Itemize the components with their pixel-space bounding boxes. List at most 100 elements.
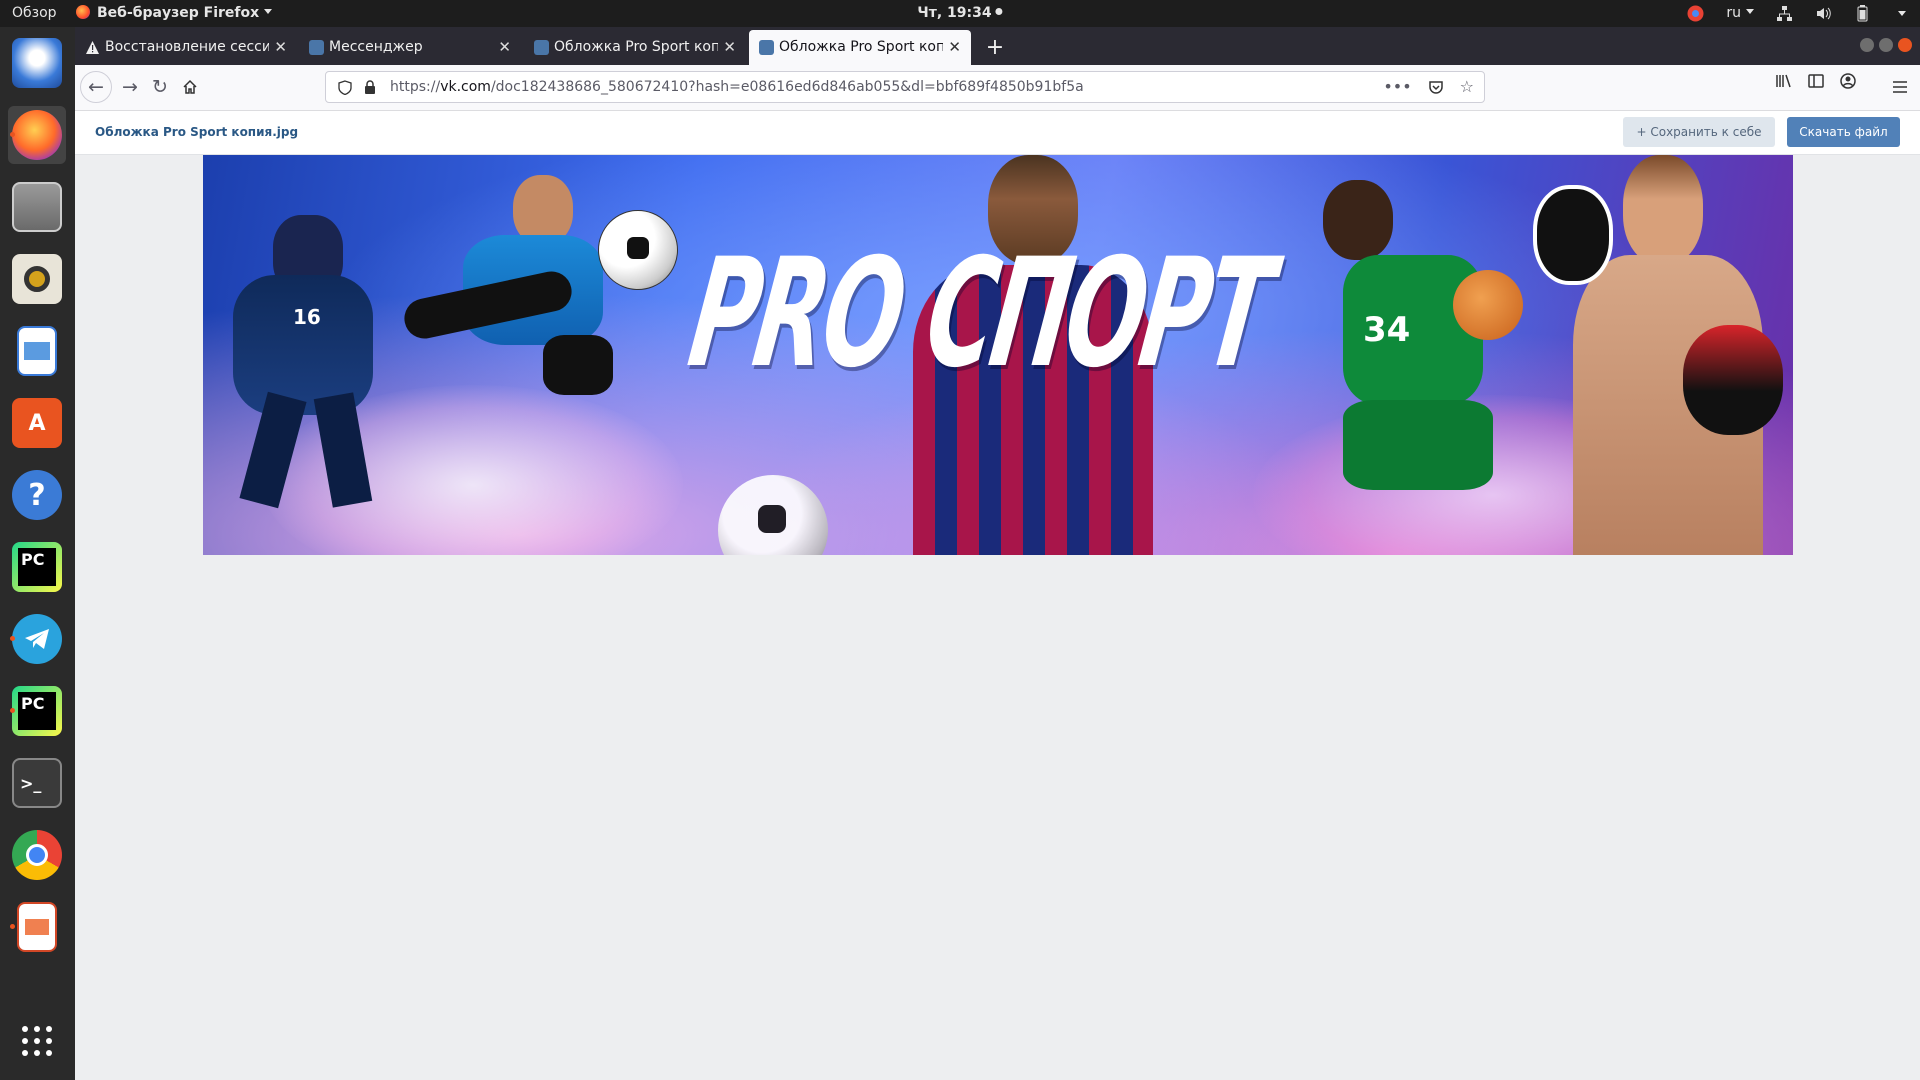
firefox-window: Восстановление сессии ✕ Мессенджер ✕ Обл… (75, 27, 1920, 1080)
system-tray: ru (1687, 0, 1906, 27)
dock-chrome[interactable] (8, 826, 66, 884)
show-applications-button[interactable] (8, 1012, 66, 1070)
app-menu[interactable]: Веб-браузер Firefox (76, 0, 273, 27)
home-icon (183, 79, 197, 94)
show-apps-icon (22, 1026, 52, 1056)
dock-help[interactable]: ? (8, 466, 66, 524)
notification-dot (995, 8, 1003, 15)
pycharm-icon: PC (12, 542, 62, 592)
account-icon[interactable] (1839, 72, 1857, 90)
tab-title: Мессенджер (329, 39, 423, 55)
sidebar-icon[interactable] (1807, 72, 1825, 90)
dock-writer[interactable] (8, 322, 66, 380)
battery-icon[interactable] (1854, 5, 1871, 22)
arrow-left-icon: ← (88, 76, 104, 98)
tab-title: Обложка Pro Sport копия.jpg (554, 39, 718, 55)
clock-label: Чт, 19:34 (917, 5, 992, 21)
system-menu-chevron-icon[interactable] (1898, 11, 1906, 16)
libreoffice-writer-icon (17, 326, 57, 376)
firefox-icon (12, 110, 62, 160)
dock-pycharm[interactable]: PC (8, 538, 66, 596)
close-icon[interactable]: ✕ (498, 30, 511, 65)
hockey-player: 16 (213, 195, 423, 515)
soccer-player (400, 165, 643, 425)
hamburger-menu-icon (1893, 81, 1907, 93)
close-window-button[interactable] (1898, 38, 1912, 52)
chrome-icon (12, 830, 62, 880)
chevron-down-icon (1746, 9, 1754, 14)
dock-firefox[interactable] (8, 106, 66, 164)
vk-messenger-icon (309, 40, 324, 55)
dock-rhythmbox[interactable] (8, 250, 66, 308)
language-label: ru (1726, 5, 1741, 21)
minimize-button[interactable] (1860, 38, 1874, 52)
vk-icon (534, 40, 549, 55)
toolbar-right (1775, 72, 1857, 90)
document-title[interactable]: Обложка Pro Sport копия.jpg (95, 125, 298, 139)
network-icon[interactable] (1776, 5, 1793, 22)
reload-icon: ↻ (152, 76, 168, 98)
close-icon[interactable]: ✕ (948, 30, 961, 65)
soccer-ball-top (598, 210, 678, 290)
warning-icon (86, 41, 99, 54)
shield-icon[interactable] (338, 80, 352, 95)
tab-session-restore[interactable]: Восстановление сессии ✕ (75, 30, 297, 65)
language-indicator[interactable]: ru (1726, 0, 1754, 27)
clock[interactable]: Чт, 19:34 (917, 0, 1003, 27)
basketball-player: 34 (1303, 180, 1523, 540)
rhythmbox-icon (12, 254, 62, 304)
pycharm-ce-icon: PC (12, 686, 62, 736)
pro-sport-banner-image[interactable]: 16 34 PRO СПОРТ (203, 155, 1793, 555)
library-icon[interactable] (1775, 72, 1793, 90)
tab-pro-sport-1[interactable]: Обложка Pro Sport копия.jpg ✕ (524, 30, 746, 65)
dock: A ? PC PC >_ (0, 27, 75, 1080)
page-actions-icon[interactable]: ••• (1383, 72, 1411, 102)
running-indicator (10, 924, 15, 929)
new-tab-button[interactable]: + (980, 30, 1010, 65)
dock-files[interactable] (8, 178, 66, 236)
close-icon[interactable]: ✕ (723, 30, 736, 65)
tab-bar: Восстановление сессии ✕ Мессенджер ✕ Обл… (75, 27, 1920, 65)
boxer (1533, 155, 1793, 555)
running-indicator (10, 132, 15, 137)
terminal-icon: >_ (12, 758, 62, 808)
tab-title: Восстановление сессии (105, 39, 269, 55)
close-icon[interactable]: ✕ (274, 30, 287, 65)
thunderbird-icon (12, 38, 62, 88)
activities-button[interactable]: Обзор (12, 0, 57, 27)
bookmark-star-icon[interactable]: ☆ (1460, 72, 1474, 102)
tab-messenger[interactable]: Мессенджер ✕ (299, 30, 521, 65)
reload-button[interactable]: ↻ (145, 72, 175, 102)
home-button[interactable] (175, 72, 205, 102)
volume-icon[interactable] (1815, 5, 1832, 22)
tab-pro-sport-2[interactable]: Обложка Pro Sport копия.jpg ✕ (749, 30, 971, 65)
files-icon (12, 182, 62, 232)
dock-terminal[interactable]: >_ (8, 754, 66, 812)
arrow-right-icon: → (122, 76, 138, 98)
download-file-button[interactable]: Скачать файл (1787, 117, 1900, 147)
url-path: /doc182438686_580672410?hash=e08616ed6d8… (490, 79, 1084, 95)
dock-pycharm-ce[interactable]: PC (8, 682, 66, 740)
app-menu-button[interactable] (1885, 72, 1915, 102)
lock-icon[interactable] (364, 80, 376, 94)
help-icon: ? (12, 470, 62, 520)
save-to-docs-button[interactable]: + Сохранить к себе (1623, 117, 1775, 147)
dock-thunderbird[interactable] (8, 34, 66, 92)
url-host: vk.com (440, 79, 491, 95)
back-button[interactable]: ← (80, 71, 112, 103)
maximize-button[interactable] (1879, 38, 1893, 52)
url-bar[interactable]: https://vk.com/doc182438686_580672410?ha… (325, 71, 1485, 103)
dock-software[interactable]: A (8, 394, 66, 452)
chrome-notification-icon[interactable] (1687, 5, 1704, 22)
forward-button[interactable]: → (115, 72, 145, 102)
dock-impress[interactable] (8, 898, 66, 956)
navigation-toolbar: ← → ↻ https://vk.com/doc182438686_580672… (75, 65, 1920, 111)
soccer-ball-bottom (718, 475, 828, 555)
download-button-label: Скачать файл (1799, 125, 1888, 139)
vk-icon (759, 40, 774, 55)
system-top-bar: Обзор Веб-браузер Firefox Чт, 19:34 ru (0, 0, 1920, 27)
libreoffice-impress-icon (17, 902, 57, 952)
dock-telegram[interactable] (8, 610, 66, 668)
pocket-icon[interactable] (1428, 79, 1444, 95)
chevron-down-icon (264, 9, 273, 14)
